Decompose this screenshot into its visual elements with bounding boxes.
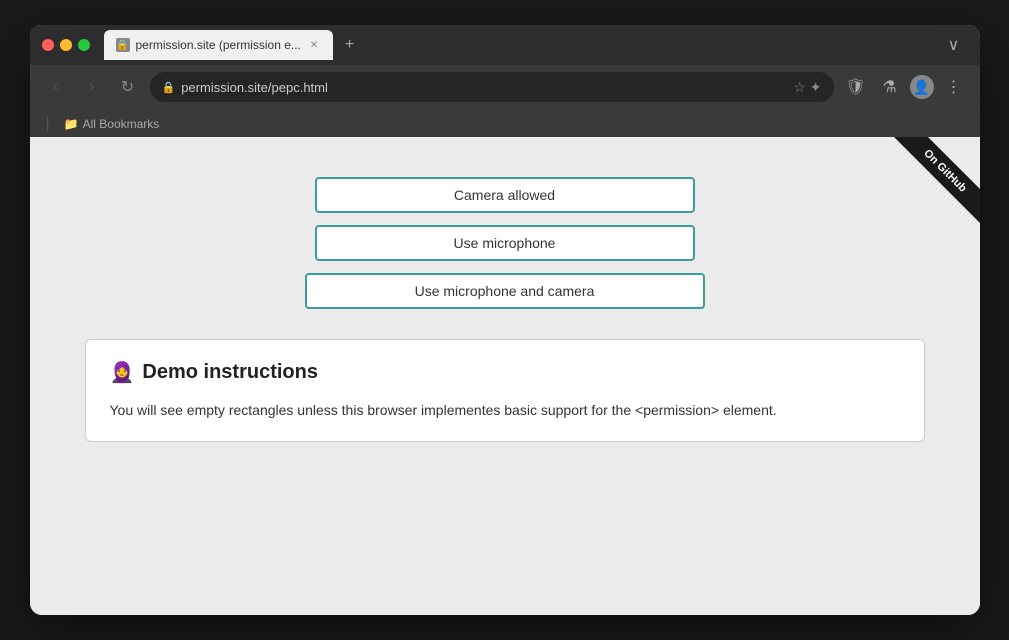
maximize-button[interactable]	[78, 39, 90, 51]
tab-close-button[interactable]: ✕	[307, 38, 321, 52]
all-bookmarks-item[interactable]: 📁 All Bookmarks	[58, 115, 166, 133]
tab-label: permission.site (permission e...	[136, 38, 301, 52]
bookmarks-divider: |	[46, 115, 50, 133]
use-microphone-button[interactable]: Use microphone	[315, 225, 695, 261]
active-tab[interactable]: 🔒 permission.site (permission e... ✕	[104, 30, 333, 60]
address-bar[interactable]: 🔒 permission.site/pepc.html ☆ ✦	[150, 72, 834, 102]
close-button[interactable]	[42, 39, 54, 51]
bookmarks-bar: | 📁 All Bookmarks	[30, 109, 980, 137]
github-ribbon[interactable]: On GitHub	[860, 137, 980, 257]
page-content: On GitHub Camera allowed Use microphone …	[30, 137, 980, 615]
browser-window: 🔒 permission.site (permission e... ✕ + ∨…	[30, 25, 980, 615]
nav-actions: 🛡 ⚗ 👤 ⋮	[842, 73, 968, 101]
permission-buttons: Camera allowed Use microphone Use microp…	[305, 177, 705, 309]
lock-icon: 🔒	[162, 81, 176, 94]
tab-favicon: 🔒	[116, 38, 130, 52]
address-actions: ☆ ✦	[793, 79, 821, 96]
title-bar: 🔒 permission.site (permission e... ✕ + ∨	[30, 25, 980, 65]
window-more-button[interactable]: ∨	[940, 31, 968, 59]
shield-icon[interactable]: 🛡	[842, 73, 870, 101]
traffic-lights	[42, 39, 90, 51]
github-ribbon-label: On GitHub	[890, 137, 979, 225]
new-tab-button[interactable]: +	[337, 32, 362, 58]
nav-bar: ‹ › ↻ 🔒 permission.site/pepc.html ☆ ✦ 🛡 …	[30, 65, 980, 109]
demo-title-text: Demo instructions	[142, 361, 318, 384]
demo-description: You will see empty rectangles unless thi…	[110, 399, 900, 421]
use-microphone-and-camera-button[interactable]: Use microphone and camera	[305, 273, 705, 309]
forward-button[interactable]: ›	[78, 73, 106, 101]
camera-allowed-button[interactable]: Camera allowed	[315, 177, 695, 213]
lab-icon[interactable]: ⚗	[876, 73, 904, 101]
avatar[interactable]: 👤	[910, 75, 934, 99]
minimize-button[interactable]	[60, 39, 72, 51]
bookmarks-label: All Bookmarks	[83, 117, 160, 131]
tab-bar: 🔒 permission.site (permission e... ✕ +	[104, 30, 932, 60]
extensions-icon[interactable]: ✦	[810, 79, 822, 96]
back-button[interactable]: ‹	[42, 73, 70, 101]
demo-title: 🧕 Demo instructions	[110, 360, 900, 385]
demo-instructions-box: 🧕 Demo instructions You will see empty r…	[85, 339, 925, 442]
url-text: permission.site/pepc.html	[181, 80, 787, 95]
menu-button[interactable]: ⋮	[940, 73, 968, 101]
bookmark-icon[interactable]: ☆	[793, 79, 806, 96]
reload-button[interactable]: ↻	[114, 73, 142, 101]
demo-emoji: 🧕	[110, 360, 135, 385]
folder-icon: 📁	[64, 117, 79, 131]
